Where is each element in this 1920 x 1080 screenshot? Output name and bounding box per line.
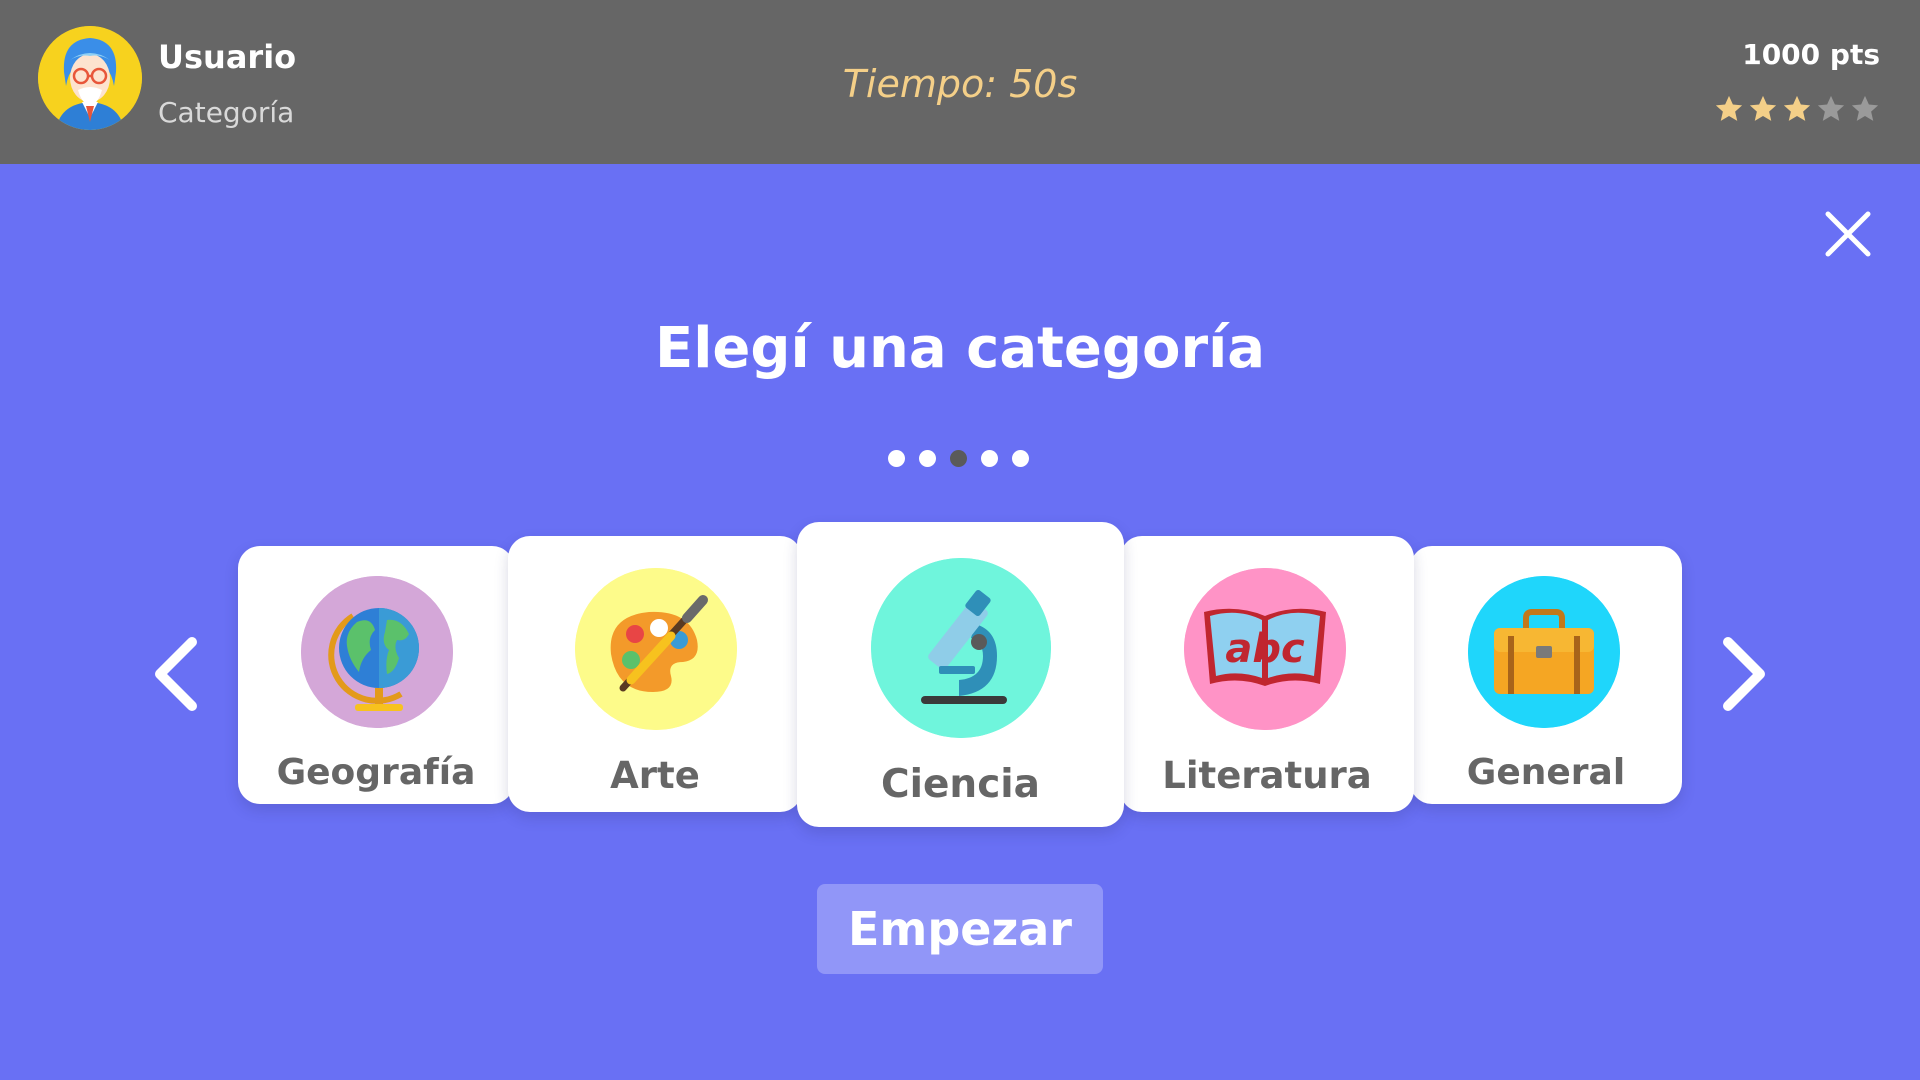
- globe-icon: [301, 576, 453, 728]
- star-empty-icon: [1817, 95, 1845, 121]
- top-bar: Usuario Categoría Tiempo: 50s 1000 pts: [0, 0, 1920, 164]
- chevron-left-icon: [155, 637, 197, 711]
- user-category: Categoría: [158, 96, 295, 129]
- book-icon: abc: [1184, 568, 1346, 730]
- page-title: Elegí una categoría: [654, 316, 1266, 381]
- book-text: abc: [1225, 626, 1305, 672]
- star-filled-icon: [1749, 95, 1777, 121]
- avatar-icon: [38, 26, 142, 130]
- category-card-literatura[interactable]: abc Literatura: [1120, 536, 1414, 812]
- timer-text: Tiempo: 50s: [842, 62, 1078, 106]
- category-icon-circle: [871, 558, 1051, 738]
- category-card-general[interactable]: General: [1410, 546, 1682, 804]
- star-empty-icon: [1851, 95, 1879, 121]
- user-avatar[interactable]: [38, 26, 142, 130]
- category-label: Literatura: [1162, 754, 1372, 797]
- category-label: Arte: [610, 754, 700, 797]
- category-icon-circle: [301, 576, 453, 728]
- briefcase-icon: [1468, 576, 1620, 728]
- category-card-geografia[interactable]: Geografía: [238, 546, 514, 804]
- palette-icon: [575, 568, 737, 730]
- category-card-ciencia[interactable]: Ciencia: [797, 522, 1124, 827]
- star-filled-icon: [1715, 95, 1743, 121]
- carousel-pagination: [888, 450, 1029, 467]
- star-rating: [1714, 94, 1880, 124]
- category-label: General: [1466, 752, 1626, 793]
- category-icon-circle: [1468, 576, 1620, 728]
- pagination-dot[interactable]: [919, 450, 936, 467]
- points-text: 1000 pts: [1742, 38, 1880, 71]
- category-label: Ciencia: [880, 762, 1040, 807]
- category-label: Geografía: [276, 752, 476, 793]
- start-button[interactable]: Empezar: [817, 884, 1103, 974]
- star-filled-icon: [1783, 95, 1811, 121]
- chevron-right-icon: [1723, 637, 1765, 711]
- microscope-icon: [871, 558, 1051, 738]
- pagination-dot[interactable]: [1012, 450, 1029, 467]
- user-name: Usuario: [158, 38, 297, 76]
- category-icon-circle: [575, 568, 737, 730]
- previous-button[interactable]: [148, 634, 204, 714]
- next-button[interactable]: [1716, 634, 1772, 714]
- pagination-dot[interactable]: [888, 450, 905, 467]
- close-button[interactable]: [1822, 208, 1874, 260]
- pagination-dot[interactable]: [981, 450, 998, 467]
- close-icon: [1825, 211, 1871, 257]
- category-card-arte[interactable]: Arte: [508, 536, 802, 812]
- pagination-dot-active[interactable]: [950, 450, 967, 467]
- category-icon-circle: abc: [1184, 568, 1346, 730]
